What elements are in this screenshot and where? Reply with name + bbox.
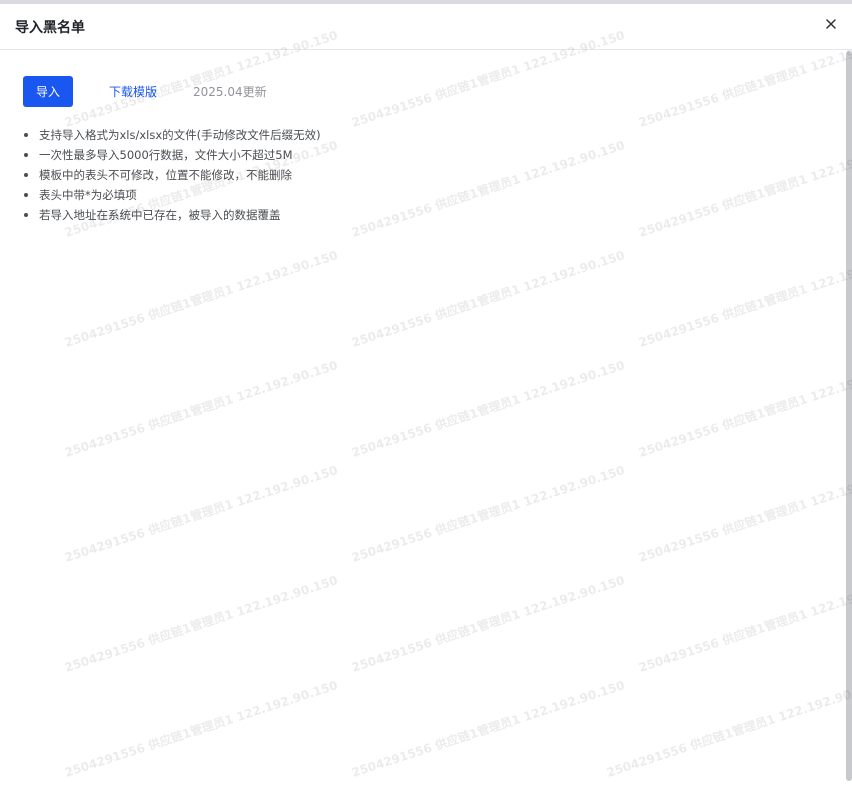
update-note: 2025.04更新 (193, 85, 267, 99)
list-item: 表头中带*为必填项 (24, 185, 321, 205)
vertical-scrollbar[interactable] (846, 51, 852, 781)
dialog-title: 导入黑名单 (15, 20, 85, 36)
dialog-header: 导入黑名单 (0, 4, 852, 50)
import-blacklist-dialog: 导入黑名单 导入 下载模版 2025.04更新 支持导入格式为xls/xlsx的… (0, 4, 852, 787)
list-item: 一次性最多导入5000行数据，文件大小不超过5M (24, 145, 321, 165)
import-instructions-list: 支持导入格式为xls/xlsx的文件(手动修改文件后缀无效) 一次性最多导入50… (24, 125, 321, 225)
download-template-link[interactable]: 下载模版 (109, 83, 157, 100)
import-button[interactable]: 导入 (23, 76, 73, 107)
close-icon[interactable] (824, 16, 838, 30)
list-item: 支持导入格式为xls/xlsx的文件(手动修改文件后缀无效) (24, 125, 321, 145)
list-item: 模板中的表头不可修改，位置不能修改，不能删除 (24, 165, 321, 185)
list-item: 若导入地址在系统中已存在，被导入的数据覆盖 (24, 205, 321, 225)
dialog-body: 导入 下载模版 2025.04更新 支持导入格式为xls/xlsx的文件(手动修… (0, 51, 846, 787)
